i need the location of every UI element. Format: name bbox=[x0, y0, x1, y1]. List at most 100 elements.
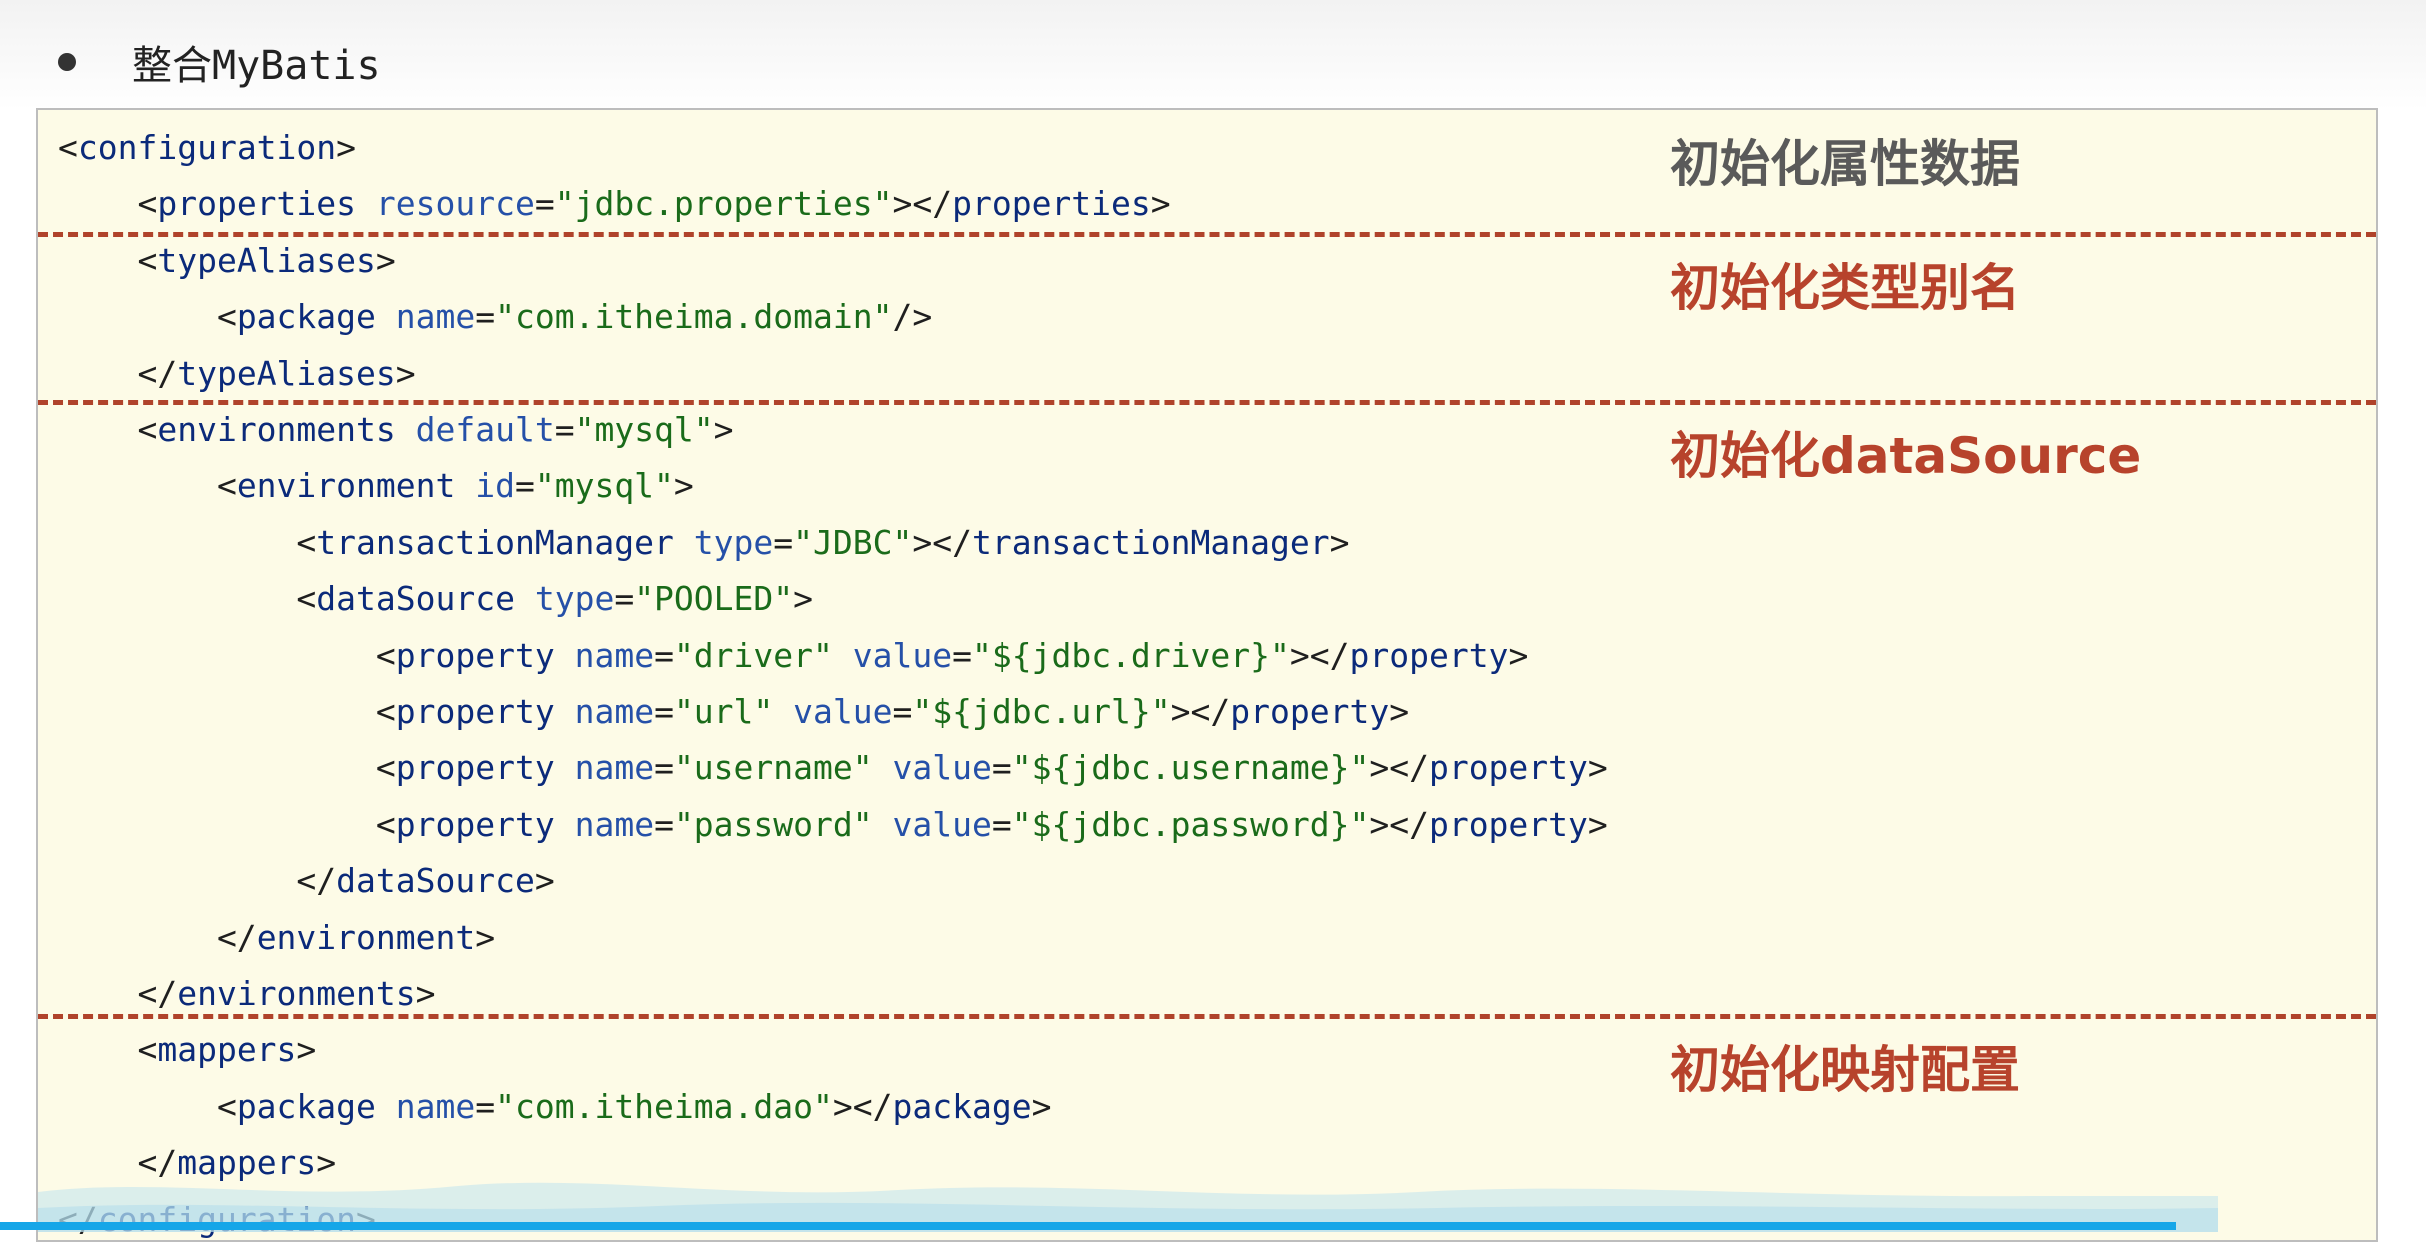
code-token: </ bbox=[58, 974, 178, 1013]
code-token: = bbox=[991, 804, 1012, 844]
code-token: = bbox=[892, 692, 913, 731]
section-label-type-aliases: 初始化类型别名 bbox=[1670, 259, 2020, 317]
code-token: "com.itheima.dao" bbox=[495, 1086, 833, 1126]
code-token: < bbox=[58, 297, 237, 337]
code-line: <property name="password" value="${jdbc.… bbox=[58, 797, 1608, 853]
code-token: ></ bbox=[892, 184, 953, 224]
code-token: ></ bbox=[832, 1086, 893, 1126]
code-token: = bbox=[514, 466, 535, 506]
code-token: transactionManager bbox=[316, 522, 674, 562]
code-token: > bbox=[1587, 748, 1608, 788]
code-line: <property name="url" value="${jdbc.url}"… bbox=[58, 684, 1409, 740]
code-token: = bbox=[614, 579, 635, 619]
code-token: > bbox=[713, 410, 734, 449]
code-token: name bbox=[375, 297, 476, 337]
code-token: "POOLED" bbox=[634, 579, 794, 619]
code-line: </typeAliases> bbox=[58, 346, 416, 402]
code-token: = bbox=[654, 804, 674, 844]
code-token: </ bbox=[58, 861, 337, 901]
code-token: property bbox=[1428, 748, 1588, 788]
code-token: "${jdbc.url}" bbox=[912, 692, 1171, 731]
code-token: property bbox=[395, 804, 555, 844]
code-line: <package name="com.itheima.dao"></packag… bbox=[58, 1079, 1052, 1135]
code-token: typeAliases bbox=[157, 240, 376, 280]
code-token: resource bbox=[356, 184, 535, 224]
code-token: property bbox=[1428, 804, 1588, 844]
code-token: > bbox=[534, 861, 555, 901]
code-line: <environment id="mysql"> bbox=[58, 458, 694, 514]
video-progress-bar[interactable] bbox=[0, 1222, 2426, 1230]
code-line: </mappers> bbox=[58, 1135, 336, 1191]
code-token: "${jdbc.driver}" bbox=[971, 635, 1290, 675]
code-line: <property name="username" value="${jdbc.… bbox=[58, 740, 1608, 796]
slide-title: 整合MyBatis bbox=[132, 43, 381, 89]
code-token: = bbox=[654, 748, 674, 788]
code-token: = bbox=[654, 635, 674, 675]
code-line: </dataSource> bbox=[58, 853, 555, 909]
code-token: < bbox=[58, 410, 158, 449]
section-label-mappers: 初始化映射配置 bbox=[1670, 1041, 2020, 1099]
code-token: id bbox=[455, 466, 515, 506]
code-token: property bbox=[1230, 692, 1390, 731]
code-token: property bbox=[1349, 635, 1509, 675]
code-token: < bbox=[58, 466, 237, 506]
code-token: < bbox=[58, 240, 158, 280]
code-token: default bbox=[395, 410, 555, 449]
code-token: </ bbox=[58, 1143, 178, 1183]
code-line: <mappers> bbox=[58, 1022, 316, 1078]
code-token: environments bbox=[157, 410, 396, 449]
code-token: "mysql" bbox=[534, 466, 674, 506]
code-token: property bbox=[395, 635, 555, 675]
code-token: > bbox=[475, 917, 496, 957]
code-token: = bbox=[475, 1086, 496, 1126]
code-token: = bbox=[991, 748, 1012, 788]
code-token: < bbox=[58, 748, 396, 788]
code-token: > bbox=[1508, 635, 1529, 675]
code-token: transactionManager bbox=[971, 522, 1330, 562]
code-token: configuration bbox=[77, 128, 337, 167]
code-token: </ bbox=[58, 353, 178, 393]
code-token: = bbox=[554, 410, 575, 449]
code-token: /> bbox=[892, 297, 933, 337]
code-token: dataSource bbox=[316, 579, 515, 619]
code-token: value bbox=[872, 804, 992, 844]
code-token: = bbox=[475, 297, 496, 337]
code-token: "driver" bbox=[673, 635, 833, 675]
code-token: name bbox=[554, 748, 655, 788]
code-line: <properties resource="jdbc.properties"><… bbox=[58, 176, 1170, 232]
code-token: package bbox=[892, 1086, 1032, 1126]
code-token: > bbox=[336, 128, 357, 167]
code-token: > bbox=[395, 353, 416, 393]
code-token: > bbox=[1587, 804, 1608, 844]
code-line: <transactionManager type="JDBC"></transa… bbox=[58, 515, 1349, 571]
code-token: property bbox=[395, 692, 555, 731]
code-token: < bbox=[58, 1086, 237, 1126]
code-token: name bbox=[554, 635, 655, 675]
code-block: <configuration> <properties resource="jd… bbox=[36, 108, 2378, 1242]
code-token: typeAliases bbox=[177, 353, 396, 393]
code-token: > bbox=[793, 579, 814, 619]
code-token: "mysql" bbox=[574, 410, 714, 449]
code-token: "url" bbox=[673, 692, 774, 731]
code-token: properties bbox=[952, 184, 1151, 224]
code-token: package bbox=[236, 297, 376, 337]
code-line: <typeAliases> bbox=[58, 233, 395, 289]
code-token: > bbox=[316, 1143, 337, 1183]
code-line: <package name="com.itheima.domain"/> bbox=[58, 289, 932, 345]
section-divider-2 bbox=[38, 400, 2376, 405]
code-token: < bbox=[58, 804, 396, 844]
code-token: = bbox=[773, 522, 794, 562]
code-token: package bbox=[236, 1086, 376, 1126]
code-token: properties bbox=[157, 184, 357, 224]
code-token: environments bbox=[177, 974, 416, 1013]
code-token: = bbox=[534, 184, 555, 224]
code-token: > bbox=[673, 466, 694, 506]
code-token: name bbox=[554, 804, 655, 844]
code-token: ></ bbox=[912, 522, 972, 562]
code-token: "password" bbox=[673, 804, 873, 844]
section-divider-3 bbox=[38, 1014, 2376, 1019]
video-progress-fill bbox=[0, 1222, 2177, 1230]
code-token: "${jdbc.password}" bbox=[1011, 804, 1370, 844]
code-token: type bbox=[673, 522, 774, 562]
code-token: "${jdbc.username}" bbox=[1011, 748, 1370, 788]
